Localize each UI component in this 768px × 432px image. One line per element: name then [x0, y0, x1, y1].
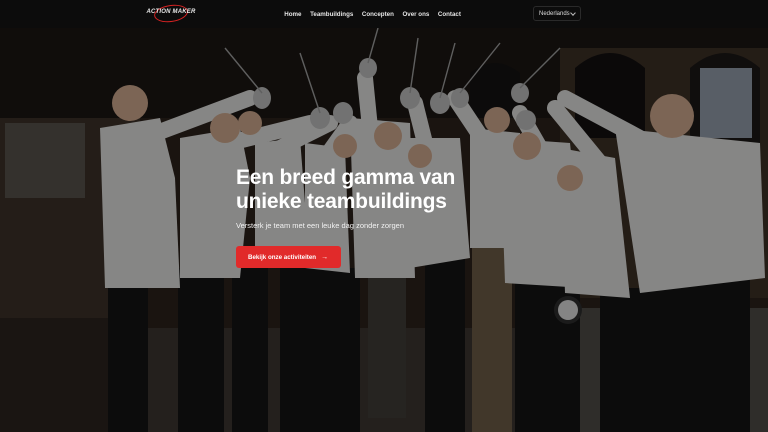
- top-nav: ACTION MAKER Home Teambuildings Concepte…: [0, 0, 768, 28]
- nav-item-concepten[interactable]: Concepten: [358, 11, 399, 18]
- view-activities-button[interactable]: Bekijk onze activiteiten →: [236, 246, 341, 268]
- chevron-down-icon: [570, 10, 576, 16]
- nav-item-home[interactable]: Home: [280, 11, 306, 18]
- language-select-value: Nederlands: [539, 10, 570, 17]
- view-activities-button-label: Bekijk onze activiteiten: [248, 253, 317, 261]
- hero-section: Een breed gamma van unieke teambuildings…: [0, 28, 768, 432]
- nav-item-contact[interactable]: Contact: [434, 11, 466, 18]
- hero-overlay: [0, 28, 768, 432]
- main-menu: Home Teambuildings Concepten Over ons Co…: [280, 0, 465, 28]
- hero-headline-line-2: unieke teambuildings: [236, 190, 447, 213]
- logo-text: ACTION MAKER: [146, 9, 196, 15]
- nav-item-teambuildings[interactable]: Teambuildings: [306, 11, 358, 18]
- arrow-right-icon: →: [321, 253, 329, 261]
- nav-item-over-ons[interactable]: Over ons: [398, 11, 433, 18]
- hero-subtitle: Versterk je team met een leuke dag zonde…: [236, 221, 405, 230]
- brand-logo[interactable]: ACTION MAKER: [145, 2, 197, 25]
- hero-headline-line-1: Een breed gamma van: [236, 166, 456, 189]
- language-select[interactable]: Nederlands: [533, 6, 581, 21]
- hero-headline: Een breed gamma van unieke teambuildings: [236, 166, 536, 214]
